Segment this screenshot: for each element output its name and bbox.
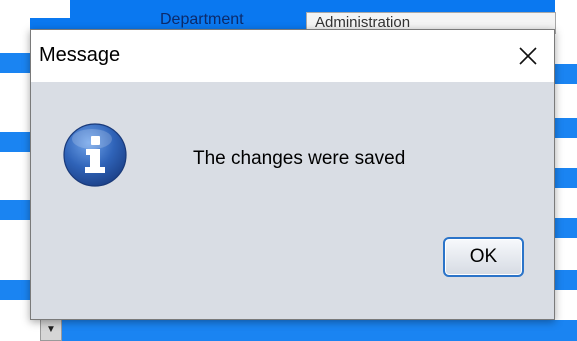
dialog-title: Message (39, 44, 121, 66)
information-icon (63, 123, 127, 187)
background-row-band (0, 200, 30, 220)
background-row-band (555, 64, 577, 84)
close-icon (519, 47, 537, 65)
message-text: The changes were saved (193, 148, 406, 169)
background-right-column (555, 0, 577, 341)
dialog-content: The changes were saved OK (31, 82, 554, 319)
background-row-band (0, 53, 30, 73)
background-left-column (0, 18, 30, 341)
background-bottom-strip (0, 320, 577, 341)
dropdown-arrow-icon: ▼ (46, 324, 56, 335)
message-dialog: Message The changes were saved OK (30, 29, 555, 320)
dialog-titlebar[interactable]: Message (31, 30, 554, 82)
department-label: Department (160, 11, 244, 28)
background-bottom-left (0, 320, 40, 341)
close-button[interactable] (502, 30, 554, 82)
background-row-band (555, 218, 577, 238)
background-row-band (555, 270, 577, 290)
background-row-band (555, 168, 577, 188)
ok-button[interactable]: OK (443, 237, 524, 277)
background-dropdown-button[interactable]: ▼ (40, 318, 62, 341)
background-row-band (555, 118, 577, 138)
background-row-band (0, 280, 30, 300)
background-row-band (0, 132, 30, 152)
background-corner (0, 0, 70, 18)
